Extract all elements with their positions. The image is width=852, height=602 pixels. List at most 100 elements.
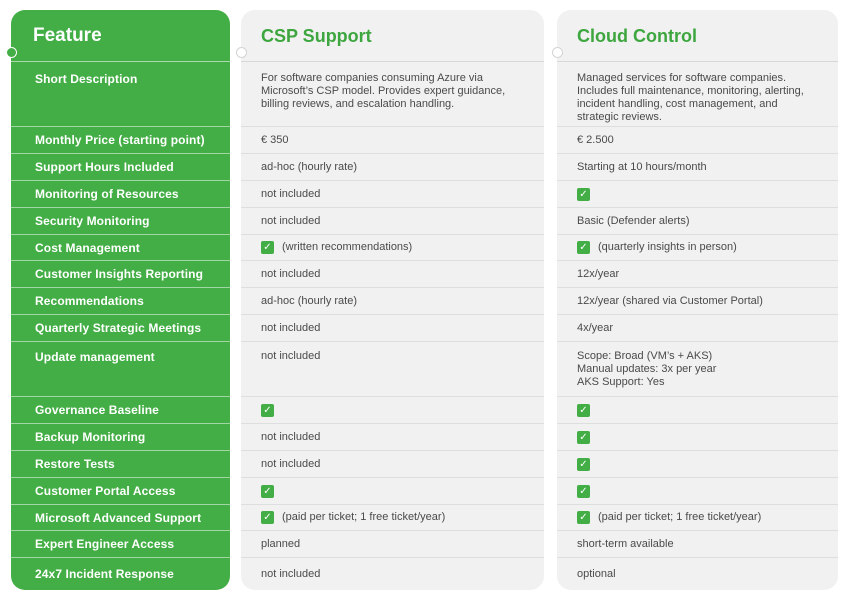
csp-support-value: For software companies consuming Azure v…	[261, 64, 534, 126]
cell-text: (paid per ticket; 1 free ticket/year)	[598, 511, 762, 523]
table-row: Managed services for software companies.…	[557, 64, 838, 126]
table-row: Customer Portal Access	[11, 477, 230, 504]
cloud-control-value: short-term available	[577, 531, 828, 557]
check-icon: ✓	[577, 187, 590, 201]
cloud-control-value: ✓	[577, 181, 828, 207]
check-icon: ✓	[261, 484, 274, 498]
table-row: ✓	[557, 396, 838, 423]
table-row: ✓ (written recommendations)	[241, 234, 544, 260]
table-row: 12x/year	[557, 260, 838, 287]
table-row: ✓	[557, 180, 838, 207]
cloud-control-value: ✓	[577, 451, 828, 477]
cell-text: not included	[261, 267, 321, 280]
table-row: Cost Management	[11, 234, 230, 260]
cloud-control-value: ✓ (quarterly insights in person)	[577, 235, 828, 260]
cloud-control-value: Starting at 10 hours/month	[577, 154, 828, 180]
table-row: 24x7 Incident Response	[11, 557, 230, 590]
check-icon: ✓	[577, 511, 590, 524]
table-row: Monthly Price (starting point)	[11, 126, 230, 153]
table-row: Starting at 10 hours/month	[557, 153, 838, 180]
table-row: ✓	[557, 450, 838, 477]
table-row: Microsoft Advanced Support	[11, 504, 230, 530]
table-row: Backup Monitoring	[11, 423, 230, 450]
table-row: ✓	[557, 423, 838, 450]
divider	[11, 61, 230, 62]
table-row: ✓	[557, 477, 838, 504]
cloud-control-value: Managed services for software companies.…	[577, 64, 828, 126]
cell-text: ad-hoc (hourly rate)	[261, 160, 357, 173]
feature-label: Backup Monitoring	[35, 430, 146, 444]
feature-label: Support Hours Included	[35, 160, 174, 174]
cell-text: For software companies consuming Azure v…	[261, 72, 506, 110]
table-row: Customer Insights Reporting	[11, 260, 230, 287]
cloud-control-column: Cloud Control Managed services for softw…	[557, 10, 838, 590]
feature-label: Governance Baseline	[35, 403, 159, 417]
check-icon: ✓	[577, 457, 590, 471]
cell-text: not included	[261, 214, 321, 227]
cell-text: not included	[261, 187, 321, 200]
cell-text: not included	[261, 350, 321, 362]
cloud-control-value: optional	[577, 558, 828, 590]
feature-header: Feature	[33, 25, 102, 46]
cell-text: not included	[261, 430, 321, 443]
feature-label: Cost Management	[35, 240, 140, 255]
csp-support-value: not included	[261, 315, 534, 341]
table-row: not included	[241, 180, 544, 207]
table-row: Security Monitoring	[11, 207, 230, 234]
table-row: ad-hoc (hourly rate)	[241, 287, 544, 314]
csp-support-value: ad-hoc (hourly rate)	[261, 288, 534, 314]
table-row: Short Description	[11, 64, 230, 126]
feature-label: Customer Portal Access	[35, 484, 176, 498]
cell-text: short-term available	[577, 537, 674, 550]
cloud-control-value: € 2.500	[577, 127, 828, 153]
header-marker-dot	[236, 47, 247, 58]
table-row: not included	[241, 557, 544, 590]
cell-text: planned	[261, 537, 301, 550]
table-row: ✓	[241, 477, 544, 504]
table-row: ✓ (paid per ticket; 1 free ticket/year)	[557, 504, 838, 530]
csp-support-value: ad-hoc (hourly rate)	[261, 154, 534, 180]
table-row: not included	[241, 207, 544, 234]
feature-label: Update management	[35, 350, 155, 364]
csp-support-column: CSP Support For software companies consu…	[241, 10, 544, 590]
cloud-control-value: Scope: Broad (VM’s + AKS) Manual updates…	[577, 342, 828, 396]
check-icon: ✓	[261, 511, 274, 524]
feature-column: Feature Short Description Monthly Price (…	[11, 10, 230, 590]
cell-text: (quarterly insights in person)	[598, 241, 737, 253]
csp-support-value: not included	[261, 181, 534, 207]
table-row: not included	[241, 450, 544, 477]
check-icon: ✓	[577, 430, 590, 444]
table-row: Expert Engineer Access	[11, 530, 230, 557]
cell-text: not included	[261, 567, 321, 580]
cloud-control-value: 4x/year	[577, 315, 828, 341]
table-row: Recommendations	[11, 287, 230, 314]
csp-support-value: not included	[261, 208, 534, 234]
cell-text: 12x/year	[577, 267, 620, 280]
table-row: Support Hours Included	[11, 153, 230, 180]
csp-support-value: not included	[261, 261, 534, 287]
feature-label: Short Description	[35, 72, 138, 86]
cloud-control-header: Cloud Control	[577, 25, 697, 46]
table-row: ad-hoc (hourly rate)	[241, 153, 544, 180]
table-row: Basic (Defender alerts)	[557, 207, 838, 234]
table-row: ✓	[241, 396, 544, 423]
table-row: Quarterly Strategic Meetings	[11, 314, 230, 341]
table-row: Governance Baseline	[11, 396, 230, 423]
cell-text: € 2.500	[577, 133, 614, 146]
table-row: not included	[241, 423, 544, 450]
table-row: optional	[557, 557, 838, 590]
table-row: ✓ (quarterly insights in person)	[557, 234, 838, 260]
feature-label: Quarterly Strategic Meetings	[35, 321, 202, 335]
csp-support-value: ✓ (paid per ticket; 1 free ticket/year)	[261, 505, 534, 530]
cell-text: not included	[261, 321, 321, 334]
feature-label: Restore Tests	[35, 457, 115, 471]
cloud-control-value: ✓	[577, 397, 828, 423]
check-icon: ✓	[261, 241, 274, 254]
table-row: Scope: Broad (VM’s + AKS) Manual updates…	[557, 341, 838, 396]
csp-support-value: ✓ (written recommendations)	[261, 235, 534, 260]
cell-text: optional	[577, 567, 616, 580]
cloud-control-value: Basic (Defender alerts)	[577, 208, 828, 234]
csp-support-value: not included	[261, 558, 534, 590]
feature-label: Monthly Price (starting point)	[35, 133, 205, 147]
cell-text: not included	[261, 457, 321, 470]
